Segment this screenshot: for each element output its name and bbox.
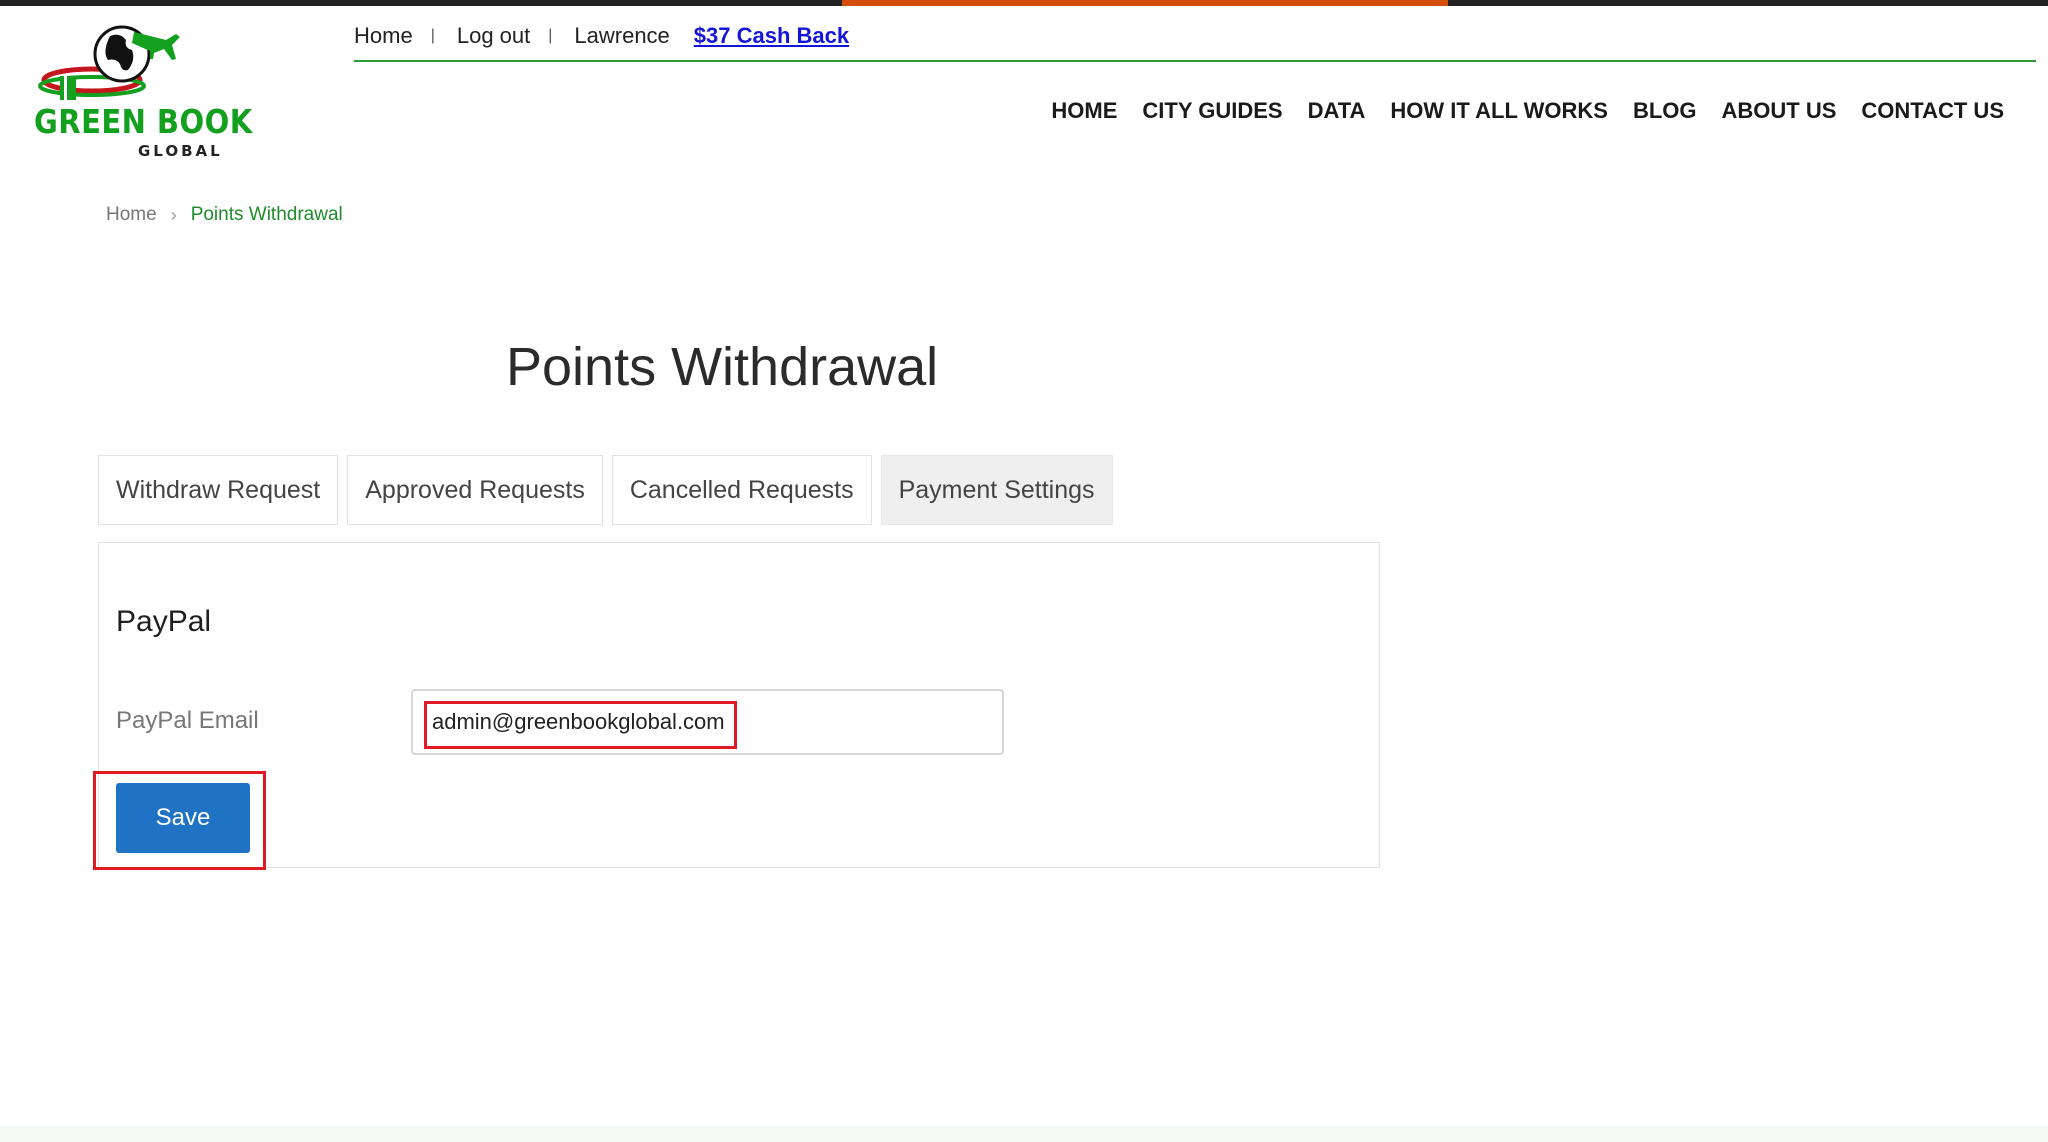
top-color-stripe	[0, 0, 2048, 6]
nav-how-it-all-works[interactable]: HOW IT ALL WORKS	[1390, 98, 1608, 124]
logo-wordmark: GREEN BOOK	[34, 102, 253, 141]
utility-divider	[354, 60, 2036, 62]
logo-subtitle: GLOBAL	[138, 142, 223, 160]
save-button[interactable]: Save	[116, 783, 250, 853]
breadcrumb-home-link[interactable]: Home	[106, 204, 157, 226]
utility-nav: Home | Log out | Lawrence $37 Cash Back	[354, 20, 849, 52]
breadcrumb: Home › Points Withdrawal	[106, 204, 343, 226]
nav-blog[interactable]: BLOG	[1633, 98, 1697, 124]
tab-approved-requests[interactable]: Approved Requests	[347, 455, 603, 525]
chevron-right-icon: ›	[170, 204, 177, 225]
footer-strip	[0, 1126, 2048, 1142]
nav-data[interactable]: DATA	[1308, 98, 1366, 124]
utility-home-link[interactable]: Home	[354, 23, 413, 49]
top-stripe-accent	[842, 0, 1448, 6]
utility-separator: |	[548, 27, 553, 44]
logo[interactable]: GREEN BOOK GLOBAL	[30, 24, 252, 160]
payment-settings-panel: PayPal PayPal Email Save	[98, 542, 1380, 868]
tab-cancelled-requests[interactable]: Cancelled Requests	[611, 455, 872, 525]
nav-city-guides[interactable]: CITY GUIDES	[1142, 98, 1282, 124]
logout-link[interactable]: Log out	[457, 23, 530, 49]
utility-separator: |	[430, 27, 435, 44]
page-title: Points Withdrawal	[506, 337, 939, 397]
breadcrumb-current: Points Withdrawal	[190, 204, 343, 225]
paypal-email-input[interactable]	[411, 689, 1004, 755]
paypal-email-label: PayPal Email	[116, 707, 259, 734]
main-nav: HOME CITY GUIDES DATA HOW IT ALL WORKS B…	[1051, 98, 2004, 124]
tab-withdraw-request[interactable]: Withdraw Request	[98, 455, 339, 525]
globe-plane-icon	[38, 25, 180, 100]
user-name-link[interactable]: Lawrence	[574, 23, 669, 49]
nav-home[interactable]: HOME	[1051, 98, 1117, 124]
tab-bar: Withdraw Request Approved Requests Cance…	[98, 455, 1113, 525]
cashback-link[interactable]: $37 Cash Back	[694, 23, 849, 49]
nav-contact-us[interactable]: CONTACT US	[1861, 98, 2004, 124]
paypal-section-title: PayPal	[116, 605, 212, 638]
tab-payment-settings[interactable]: Payment Settings	[880, 455, 1113, 525]
nav-about-us[interactable]: ABOUT US	[1722, 98, 1837, 124]
